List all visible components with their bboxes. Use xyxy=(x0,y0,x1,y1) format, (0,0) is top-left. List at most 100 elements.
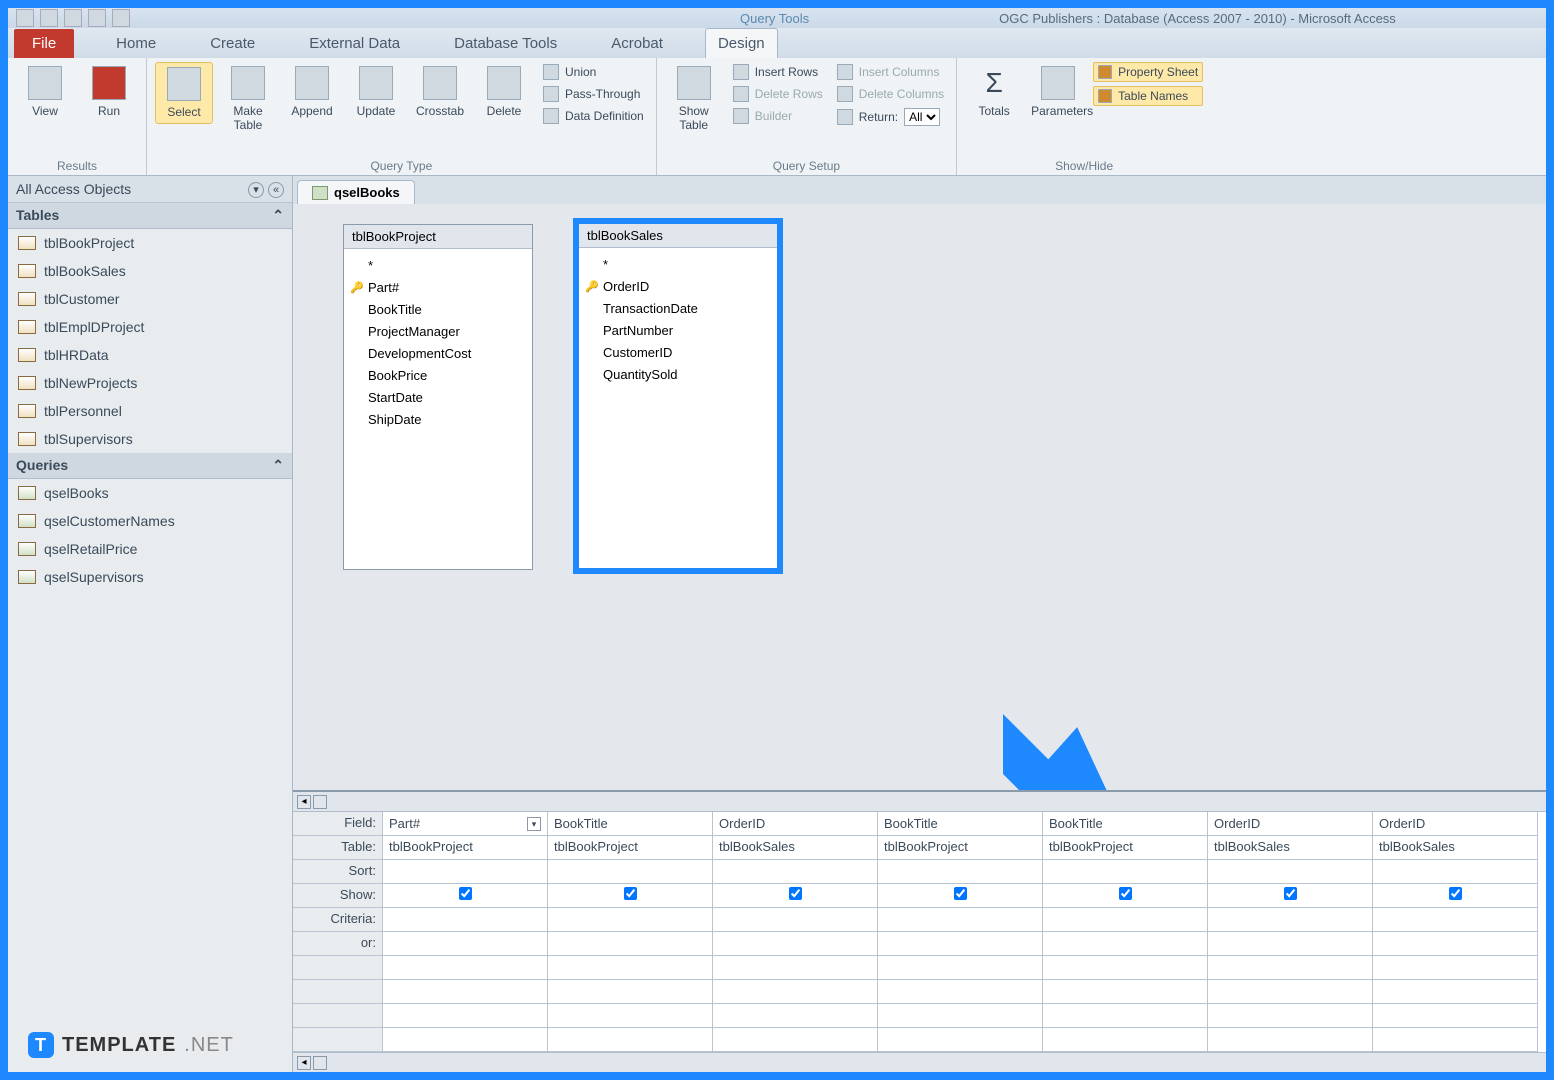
nav-item-tblnewprojects[interactable]: tblNewProjects xyxy=(8,369,292,397)
nav-item-qselretailprice[interactable]: qselRetailPrice xyxy=(8,535,292,563)
qat-icon[interactable] xyxy=(88,9,106,27)
nav-item-qselcustomernames[interactable]: qselCustomerNames xyxy=(8,507,292,535)
grid-cell-blank[interactable] xyxy=(1043,956,1208,980)
grid-cell-show-3[interactable] xyxy=(878,884,1043,908)
totals-button[interactable]: ΣTotals xyxy=(965,62,1023,122)
nav-item-tblpersonnel[interactable]: tblPersonnel xyxy=(8,397,292,425)
field-startdate[interactable]: StartDate xyxy=(368,387,526,409)
nav-item-qselsupervisors[interactable]: qselSupervisors xyxy=(8,563,292,591)
tab-design[interactable]: Design xyxy=(705,28,778,58)
grid-cell-criteria-0[interactable] xyxy=(383,908,548,932)
grid-cell-blank[interactable] xyxy=(1373,956,1538,980)
qat-icon[interactable] xyxy=(112,9,130,27)
grid-cell-show-2[interactable] xyxy=(713,884,878,908)
field-part[interactable]: Part# xyxy=(368,277,526,299)
show-checkbox[interactable] xyxy=(459,887,472,900)
grid-cell-field-1[interactable]: BookTitle xyxy=(548,812,713,836)
run-button[interactable]: Run xyxy=(80,62,138,122)
grid-cell-sort-4[interactable] xyxy=(1043,860,1208,884)
property-sheet-button[interactable]: Property Sheet xyxy=(1093,62,1203,82)
qat-icon[interactable] xyxy=(16,9,34,27)
grid-cell-criteria-5[interactable] xyxy=(1208,908,1373,932)
dropdown-icon[interactable]: ▾ xyxy=(527,817,541,831)
grid-cell-criteria-1[interactable] xyxy=(548,908,713,932)
nav-item-tblsupervisors[interactable]: tblSupervisors xyxy=(8,425,292,453)
nav-item-tblcustomer[interactable]: tblCustomer xyxy=(8,285,292,313)
document-tab-qselbooks[interactable]: qselBooks xyxy=(297,180,415,204)
insert-rows-button[interactable]: Insert Rows xyxy=(729,62,827,82)
grid-cell-table-1[interactable]: tblBookProject xyxy=(548,836,713,860)
field-shipdate[interactable]: ShipDate xyxy=(368,409,526,431)
nav-section-queries[interactable]: Queries⌃ xyxy=(8,453,292,479)
grid-cell-blank[interactable] xyxy=(713,1004,878,1028)
grid-bottom-scrollbar[interactable]: ◂ xyxy=(293,1052,1546,1072)
grid-cell-blank[interactable] xyxy=(878,1004,1043,1028)
grid-cell-blank[interactable] xyxy=(548,980,713,1004)
grid-cell-field-5[interactable]: OrderID xyxy=(1208,812,1373,836)
nav-section-tables[interactable]: Tables⌃ xyxy=(8,203,292,229)
field-all[interactable]: * xyxy=(603,254,771,276)
append-button[interactable]: Append xyxy=(283,62,341,122)
field-partnumber[interactable]: PartNumber xyxy=(603,320,771,342)
grid-cell-blank[interactable] xyxy=(1043,1004,1208,1028)
table-names-button[interactable]: Table Names xyxy=(1093,86,1203,106)
grid-cell-field-6[interactable]: OrderID xyxy=(1373,812,1538,836)
grid-cell-table-6[interactable]: tblBookSales xyxy=(1373,836,1538,860)
grid-cell-show-5[interactable] xyxy=(1208,884,1373,908)
grid-cell-blank[interactable] xyxy=(548,1028,713,1052)
tab-database-tools[interactable]: Database Tools xyxy=(442,29,569,58)
grid-cell-table-3[interactable]: tblBookProject xyxy=(878,836,1043,860)
show-checkbox[interactable] xyxy=(624,887,637,900)
nav-item-tblhrdata[interactable]: tblHRData xyxy=(8,341,292,369)
grid-cell-sort-1[interactable] xyxy=(548,860,713,884)
nav-collapse-icon[interactable]: « xyxy=(268,182,284,198)
qat-icon[interactable] xyxy=(64,9,82,27)
table-box-tblbooksales[interactable]: tblBookSales *OrderIDTransactionDatePart… xyxy=(573,218,783,574)
grid-cell-criteria-6[interactable] xyxy=(1373,908,1538,932)
field-developmentcost[interactable]: DevelopmentCost xyxy=(368,343,526,365)
show-checkbox[interactable] xyxy=(954,887,967,900)
grid-cell-blank[interactable] xyxy=(548,1004,713,1028)
grid-cell-field-2[interactable]: OrderID xyxy=(713,812,878,836)
field-quantitysold[interactable]: QuantitySold xyxy=(603,364,771,386)
field-orderid[interactable]: OrderID xyxy=(603,276,771,298)
tab-file[interactable]: File xyxy=(14,29,74,58)
scroll-thumb[interactable] xyxy=(313,1056,327,1070)
show-checkbox[interactable] xyxy=(1119,887,1132,900)
crosstab-button[interactable]: Crosstab xyxy=(411,62,469,122)
parameters-button[interactable]: Parameters xyxy=(1029,62,1087,122)
grid-cell-field-4[interactable]: BookTitle xyxy=(1043,812,1208,836)
grid-cell-blank[interactable] xyxy=(713,956,878,980)
union-button[interactable]: Union xyxy=(539,62,648,82)
tab-create[interactable]: Create xyxy=(198,29,267,58)
insert-columns-button[interactable]: Insert Columns xyxy=(833,62,948,82)
grid-cell-show-0[interactable] xyxy=(383,884,548,908)
delete-query-button[interactable]: Delete xyxy=(475,62,533,122)
nav-item-tblempldproject[interactable]: tblEmplDProject xyxy=(8,313,292,341)
grid-cell-blank[interactable] xyxy=(1208,980,1373,1004)
view-button[interactable]: View xyxy=(16,62,74,122)
nav-item-tblbooksales[interactable]: tblBookSales xyxy=(8,257,292,285)
grid-cell-or-2[interactable] xyxy=(713,932,878,956)
grid-cell-field-0[interactable]: Part#▾ xyxy=(383,812,548,836)
grid-cell-or-0[interactable] xyxy=(383,932,548,956)
scroll-left-icon[interactable]: ◂ xyxy=(297,795,311,809)
field-transactiondate[interactable]: TransactionDate xyxy=(603,298,771,320)
grid-cell-show-1[interactable] xyxy=(548,884,713,908)
tab-external-data[interactable]: External Data xyxy=(297,29,412,58)
query-design-canvas[interactable]: tblBookProject *Part#BookTitleProjectMan… xyxy=(293,204,1546,790)
grid-cell-blank[interactable] xyxy=(548,956,713,980)
grid-cell-blank[interactable] xyxy=(383,1028,548,1052)
return-select[interactable]: All xyxy=(904,108,940,126)
grid-cell-or-3[interactable] xyxy=(878,932,1043,956)
passthrough-button[interactable]: Pass-Through xyxy=(539,84,648,104)
show-checkbox[interactable] xyxy=(1284,887,1297,900)
nav-dropdown-icon[interactable]: ▾ xyxy=(248,182,264,198)
field-all[interactable]: * xyxy=(368,255,526,277)
nav-item-qselbooks[interactable]: qselBooks xyxy=(8,479,292,507)
grid-cell-blank[interactable] xyxy=(1208,1004,1373,1028)
grid-cell-table-0[interactable]: tblBookProject xyxy=(383,836,548,860)
grid-cell-blank[interactable] xyxy=(1373,1028,1538,1052)
field-customerid[interactable]: CustomerID xyxy=(603,342,771,364)
grid-cell-show-4[interactable] xyxy=(1043,884,1208,908)
